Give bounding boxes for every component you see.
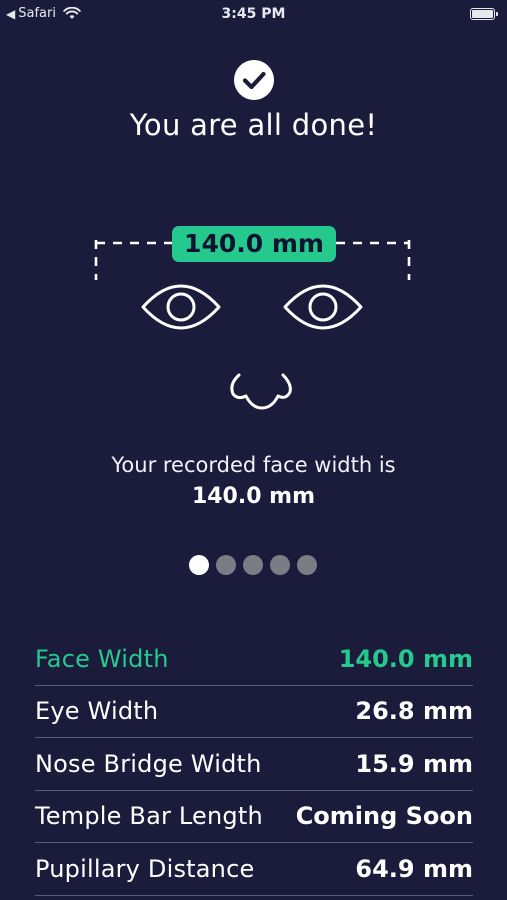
measurement-label: Eye Width (35, 697, 159, 726)
measurement-row: Nose Bridge Width 15.9 mm (35, 738, 473, 791)
measurement-value: 140.0 mm (338, 644, 473, 673)
measurements-list: Face Width 140.0 mm Eye Width 26.8 mm Nose B… (35, 633, 473, 896)
measurement-label: Pupillary Distance (35, 854, 255, 883)
measurement-label: Nose Bridge Width (35, 749, 262, 778)
measurement-value: Coming Soon (295, 802, 473, 831)
measurement-value: 64.9 mm (355, 854, 473, 883)
recorded-width-text: Your recorded face width is (111, 453, 396, 477)
page-dot[interactable] (189, 555, 209, 575)
measurement-row: Face Width 140.0 mm (35, 633, 473, 686)
page-indicator[interactable] (189, 555, 317, 575)
battery-icon (470, 8, 498, 20)
nose-icon (230, 373, 292, 410)
measurement-row: Eye Width 26.8 mm (35, 686, 473, 738)
screen: ◀ Safari 3:45 PM You are all done! 140.0… (0, 0, 507, 900)
page-dot[interactable] (297, 555, 317, 575)
page-dot[interactable] (243, 555, 263, 575)
status-time: 3:45 PM (221, 6, 286, 22)
page-dot[interactable] (216, 555, 236, 575)
right-eye-icon (283, 284, 363, 330)
face-width-badge: 140.0 mm (172, 226, 336, 262)
measurement-row: Temple Bar Length Coming Soon (35, 791, 473, 843)
measurement-value: 26.8 mm (355, 697, 473, 726)
measurement-label: Face Width (35, 644, 169, 673)
page-title: You are all done! (129, 108, 378, 142)
measurement-label: Temple Bar Length (35, 802, 263, 831)
measurement-row: Pupillary Distance 64.9 mm (35, 843, 473, 896)
measurement-value: 15.9 mm (355, 749, 473, 778)
left-eye-icon (141, 284, 221, 330)
checkmark-circle-icon (234, 60, 274, 100)
status-bar: ◀ Safari 3:45 PM (0, 0, 507, 32)
recorded-width-value: 140.0 mm (191, 484, 316, 509)
page-dot[interactable] (270, 555, 290, 575)
